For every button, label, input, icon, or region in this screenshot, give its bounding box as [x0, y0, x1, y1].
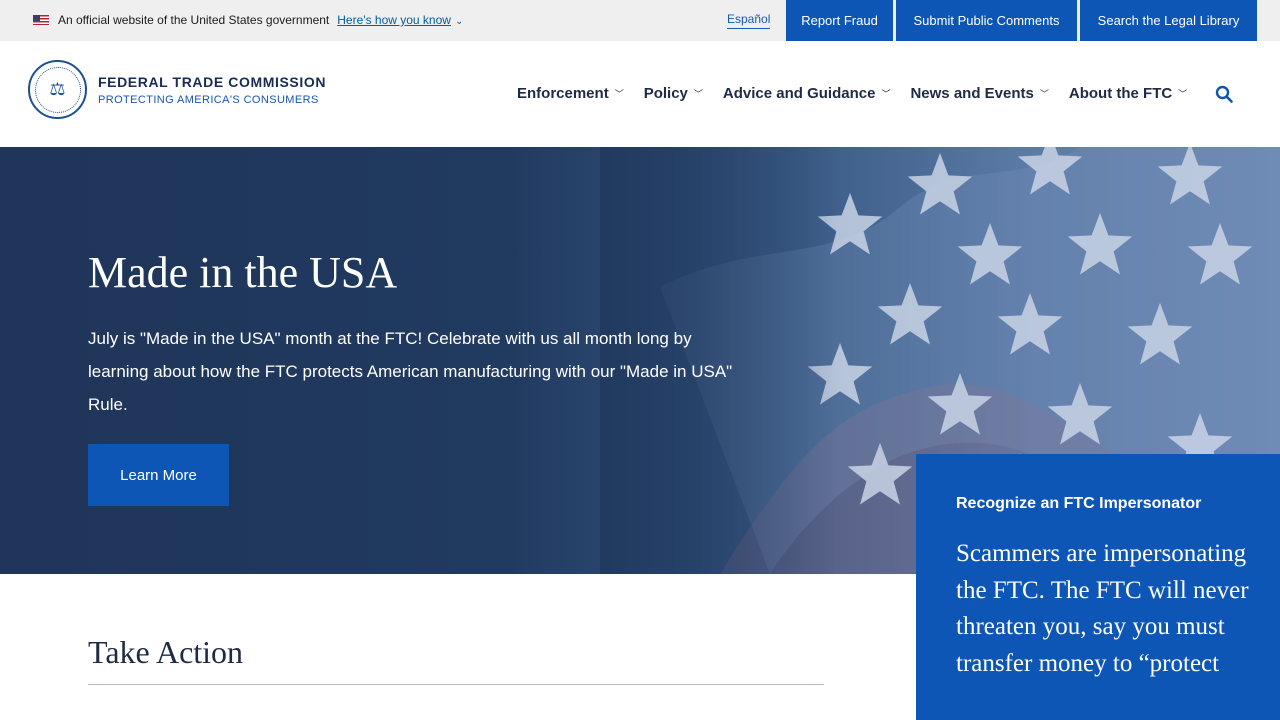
gov-banner: An official website of the United States… — [0, 0, 1280, 41]
learn-more-button[interactable]: Learn More — [88, 444, 229, 506]
nav-label: Enforcement — [517, 85, 609, 102]
nav-label: Policy — [643, 85, 688, 102]
ftc-seal-logo[interactable]: ⚖ — [28, 60, 87, 119]
nav-item-news-events[interactable]: News and Events ﹀ — [910, 85, 1048, 102]
nav-item-enforcement[interactable]: Enforcement ﹀ — [517, 85, 624, 102]
agency-tagline: PROTECTING AMERICA'S CONSUMERS — [98, 94, 319, 106]
submit-public-comments-button[interactable]: Submit Public Comments — [896, 0, 1077, 41]
search-icon[interactable] — [1215, 85, 1233, 103]
take-action-heading: Take Action — [88, 634, 244, 670]
gov-official-notice: An official website of the United States… — [33, 13, 463, 27]
chevron-down-icon: ﹀ — [693, 89, 703, 99]
alert-title: Recognize an FTC Impersonator — [956, 495, 1202, 512]
nav-item-advice-guidance[interactable]: Advice and Guidance ﹀ — [723, 85, 891, 102]
site-header: ⚖ FEDERAL TRADE COMMISSION PROTECTING AM… — [0, 41, 1280, 147]
hero-description: July is "Made in the USA" month at the F… — [88, 329, 733, 414]
nav-label: About the FTC — [1068, 85, 1173, 102]
main-nav: Enforcement ﹀ Policy ﹀ Advice and Guidance… — [517, 85, 1207, 102]
chevron-down-icon: ⌄ — [454, 16, 464, 27]
espanol-link[interactable]: Español — [727, 12, 771, 29]
alert-body: Scammers are impersonating the FTC. The … — [956, 540, 1249, 677]
agency-name[interactable]: FEDERAL TRADE COMMISSION — [98, 74, 326, 90]
us-flag-icon — [33, 15, 49, 25]
nav-item-about-ftc[interactable]: About the FTC ﹀ — [1069, 85, 1187, 102]
nav-label: Advice and Guidance — [722, 85, 876, 102]
section-divider — [88, 684, 824, 685]
impersonator-alert-card[interactable]: Recognize an FTC Impersonator Scammers a… — [916, 454, 1280, 720]
seal-scales-icon: ⚖ — [34, 66, 81, 113]
report-fraud-button[interactable]: Report Fraud — [786, 0, 893, 41]
nav-label: News and Events — [910, 85, 1034, 102]
chevron-down-icon: ﹀ — [1178, 89, 1188, 99]
official-website-text: An official website of the United States… — [58, 13, 330, 27]
chevron-down-icon: ﹀ — [881, 89, 891, 99]
heres-how-you-know-label: Here's how you know — [337, 13, 451, 27]
hero-title: Made in the USA — [88, 248, 398, 297]
search-legal-library-button[interactable]: Search the Legal Library — [1080, 0, 1257, 41]
chevron-down-icon: ﹀ — [614, 89, 624, 99]
nav-item-policy[interactable]: Policy ﹀ — [644, 85, 703, 102]
chevron-down-icon: ﹀ — [1039, 89, 1049, 99]
heres-how-you-know-link[interactable]: Here's how you know ⌄ — [337, 13, 463, 27]
